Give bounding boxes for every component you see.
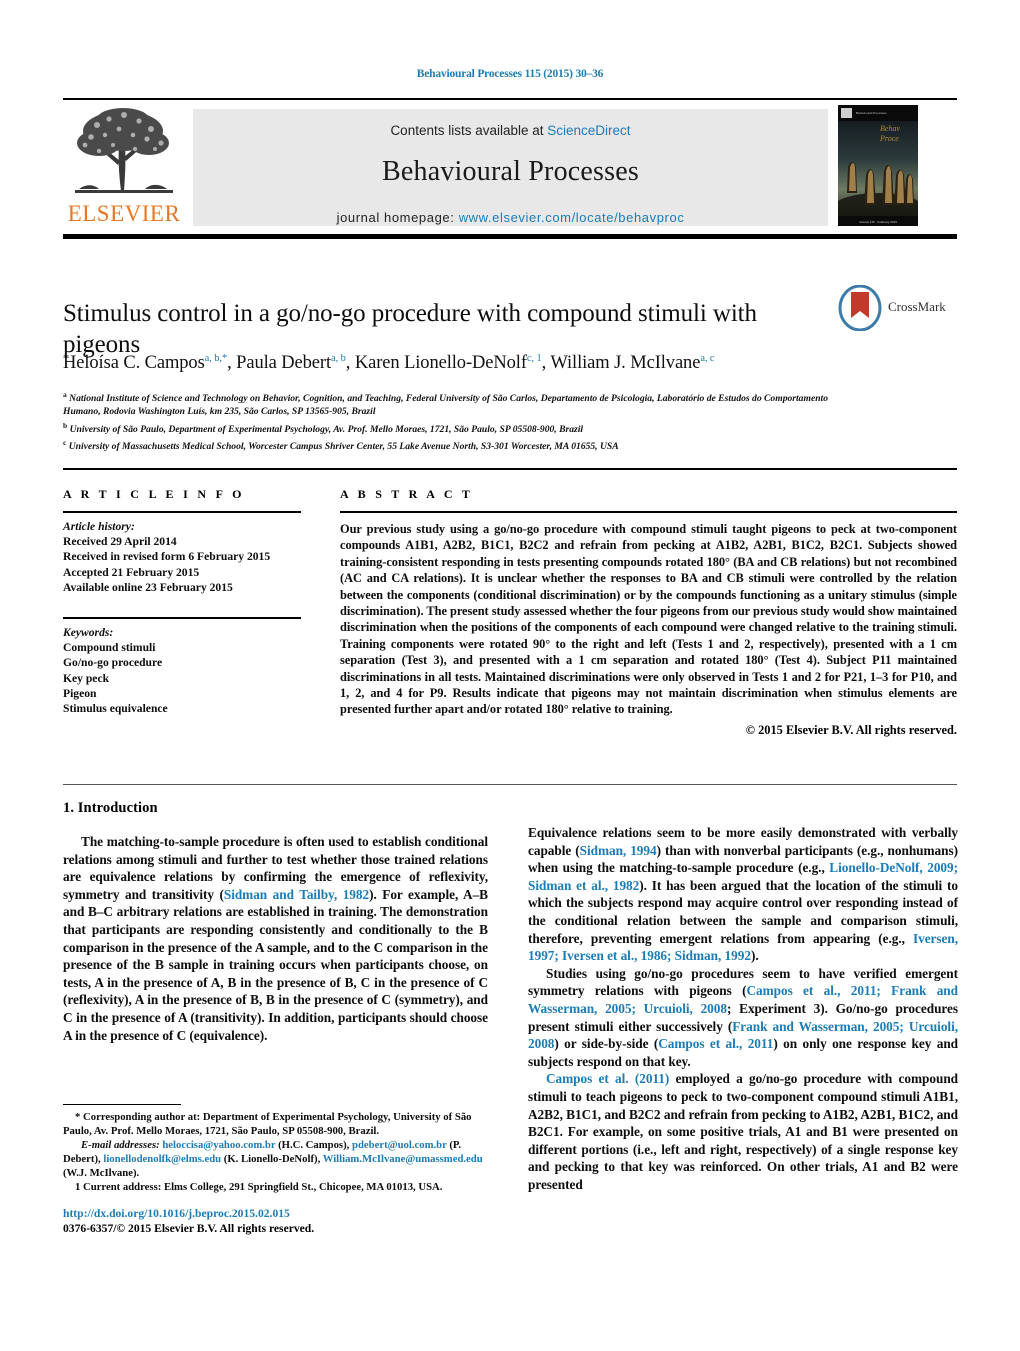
email-link[interactable]: William.McIlvane@umassmed.edu <box>323 1153 483 1165</box>
sciencedirect-link[interactable]: ScienceDirect <box>547 123 630 138</box>
article-info-heading: A R T I C L E I N F O <box>63 487 245 501</box>
masthead-top-rule <box>63 98 957 100</box>
section-heading-introduction: 1. Introduction <box>63 800 158 816</box>
affiliation-mark: b <box>63 420 68 430</box>
affiliation-mark: a <box>63 390 67 399</box>
keyword-item: Pigeon <box>63 686 97 700</box>
email-addresses-note: E-mail addresses: heloccisa@yahoo.com.br… <box>63 1139 483 1180</box>
page-title: Stimulus control in a go/no-go procedure… <box>63 299 757 358</box>
corresponding-author-note: * Corresponding author at: Department of… <box>63 1111 472 1138</box>
affiliation-item: b University of São Paulo, Department of… <box>63 420 584 435</box>
crossmark-icon[interactable] <box>838 285 882 331</box>
contents-prefix: Contents lists available at <box>390 123 548 138</box>
citation-link[interactable]: Sidman and Tailby, 1982 <box>224 887 369 902</box>
citation-link[interactable]: Campos et al., 2011; Frank and Wasserman… <box>528 983 958 1016</box>
footer-block: http://dx.doi.org/10.1016/j.beproc.2015.… <box>63 1206 493 1236</box>
keyword-item: Key peck <box>63 671 110 685</box>
issn-copyright-line: 0376-6357/© 2015 Elsevier B.V. All right… <box>63 1222 315 1235</box>
history-item: Available online 23 February 2015 <box>63 580 233 594</box>
abstract-text: Our previous study using a go/no-go proc… <box>340 522 957 717</box>
elsevier-logo: ELSEVIER <box>63 103 185 230</box>
footnote-rule <box>63 1104 181 1105</box>
keywords-block: Keywords: Compound stimuli Go/no-go proc… <box>63 625 313 716</box>
email-link[interactable]: pdebert@uol.com.br <box>352 1139 447 1151</box>
abstract-copyright: © 2015 Elsevier B.V. All rights reserved… <box>745 722 957 737</box>
abstract-heading: A B S T R A C T <box>340 487 474 501</box>
affiliation-rule <box>63 468 957 470</box>
body-column-left: 1. Introduction The matching-to-sample p… <box>63 800 488 1044</box>
journal-cover-image: Behavioural Processes Behav Proce Volume… <box>838 105 918 226</box>
email-link[interactable]: heloccisa@yahoo.com.br <box>162 1139 275 1151</box>
homepage-prefix: journal homepage: <box>336 210 459 225</box>
email-label: E-mail addresses: <box>81 1139 163 1152</box>
keywords-rule <box>63 617 301 620</box>
introduction-left-text: The matching-to-sample procedure is ofte… <box>63 833 488 1044</box>
article-info-column: A R T I C L E I N F O Article history: R… <box>63 487 313 716</box>
abstract-column: A B S T R A C T Our previous study using… <box>340 487 957 738</box>
affiliation-mark: c <box>63 437 67 447</box>
paragraph: The matching-to-sample procedure is ofte… <box>63 834 488 1043</box>
masthead-bottom-rule <box>63 234 957 239</box>
elsevier-tree-icon <box>75 108 173 193</box>
contents-available-line: Contents lists available at ScienceDirec… <box>193 123 828 138</box>
affiliation-item: a National Institute of Science and Tech… <box>63 390 828 418</box>
svg-text:Behavioural Processes: Behavioural Processes <box>856 111 887 115</box>
affiliation-item: c University of Massachusetts Medical Sc… <box>63 437 619 453</box>
citation-link[interactable]: Iversen, 1997; Iversen et al., 1986; Sid… <box>528 931 958 964</box>
introduction-right-text: Equivalence relations seem to be more ea… <box>528 824 958 1193</box>
svg-text:Volume 115 · February 2015: Volume 115 · February 2015 <box>859 220 897 224</box>
article-history-block: Article history: Received 29 April 2014 … <box>63 519 313 595</box>
article-info-rule <box>63 511 301 513</box>
doi-link[interactable]: http://dx.doi.org/10.1016/j.beproc.2015.… <box>63 1207 290 1220</box>
article-history-label: Article history: <box>63 520 135 533</box>
journal-masthead: ELSEVIER Contents lists available at Sci… <box>63 103 957 230</box>
current-address-note: 1 Current address: Elms College, 291 Spr… <box>75 1181 443 1194</box>
journal-cover-thumbnail: Behavioural Processes Behav Proce Volume… <box>838 105 918 226</box>
crossmark-label: CrossMark <box>888 299 946 314</box>
author-list: Heloísa C. Camposa, b,*, Paula Deberta, … <box>63 353 715 374</box>
email-link[interactable]: lionellodenolfk@elms.edu <box>103 1153 221 1165</box>
footnote-block: * Corresponding author at: Department of… <box>63 1110 493 1195</box>
running-head: Behavioural Processes 115 (2015) 30–36 <box>416 68 604 80</box>
history-item: Accepted 21 February 2015 <box>63 565 200 579</box>
keyword-item: Go/no-go procedure <box>63 656 163 670</box>
journal-homepage-line: journal homepage: www.elsevier.com/locat… <box>193 210 828 225</box>
paragraph: Studies using go/no-go procedures seem t… <box>528 965 959 1069</box>
keywords-label: Keywords: <box>63 626 114 640</box>
citation-link[interactable]: Lionello-DeNolf, 2009; Sidman et al., 19… <box>528 860 958 893</box>
abstract-bottom-rule <box>63 784 957 785</box>
masthead-center-panel: Contents lists available at ScienceDirec… <box>193 109 828 226</box>
body-column-right: Equivalence relations seem to be more ea… <box>528 824 958 1193</box>
citation-link[interactable]: Campos et al. (2011) <box>546 1071 669 1086</box>
paragraph: Campos et al. (2011) employed a go/no-go… <box>528 1071 959 1192</box>
keyword-item: Stimulus equivalence <box>63 702 168 716</box>
journal-homepage-link[interactable]: www.elsevier.com/locate/behavproc <box>459 210 685 225</box>
elsevier-wordmark: ELSEVIER <box>67 201 181 226</box>
paper-page: Behavioural Processes 115 (2015) 30–36 E… <box>0 0 1020 1351</box>
abstract-rule <box>340 511 957 513</box>
citation-link[interactable]: Campos et al., 2011 <box>658 1036 773 1051</box>
keyword-item: Compound stimuli <box>63 641 156 655</box>
svg-text:Behav: Behav <box>880 124 900 133</box>
paragraph: Equivalence relations seem to be more ea… <box>528 825 959 964</box>
svg-text:Proce: Proce <box>879 134 899 143</box>
affiliation-list: a National Institute of Science and Tech… <box>63 388 863 453</box>
journal-title: Behavioural Processes <box>382 156 639 187</box>
history-item: Received in revised form 6 February 2015 <box>63 550 271 564</box>
crossmark-badge-group[interactable]: CrossMark <box>838 285 958 331</box>
history-item: Received 29 April 2014 <box>63 535 177 549</box>
citation-link[interactable]: Sidman, 1994 <box>580 843 657 858</box>
